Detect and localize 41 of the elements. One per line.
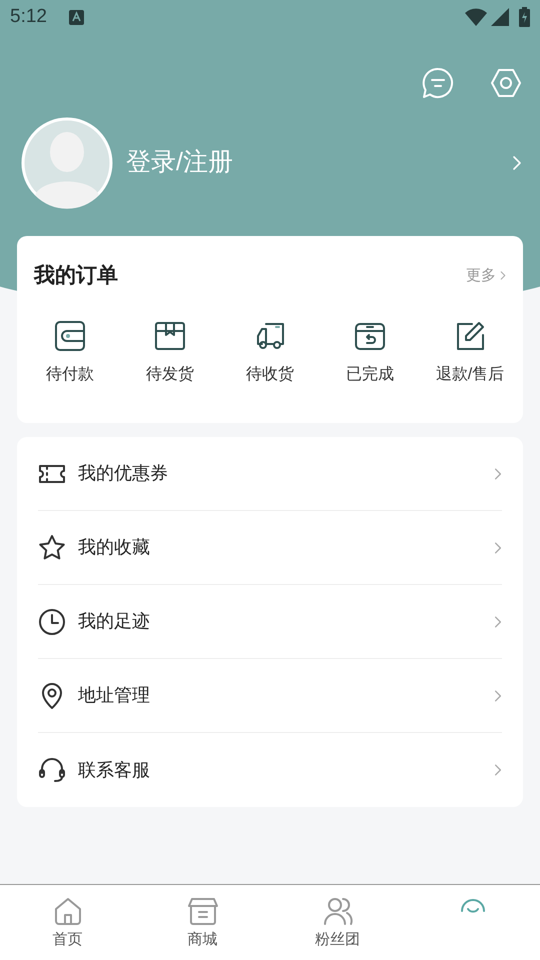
- signal-icon: [491, 8, 509, 26]
- nav-tab[interactable]: 首页: [0, 885, 135, 960]
- chevron-right-icon: [494, 466, 502, 480]
- settings-icon[interactable]: [490, 67, 522, 99]
- status-time: 5:12: [10, 4, 47, 29]
- menu-item[interactable]: 联系客服: [38, 733, 502, 807]
- chevron-right-icon: [494, 614, 502, 628]
- order-status-button[interactable]: 已完成: [320, 320, 420, 386]
- star-icon: [38, 534, 66, 562]
- people-icon: [322, 895, 354, 927]
- order-status-button[interactable]: 待发货: [120, 320, 220, 386]
- order-status-button[interactable]: 待付款: [20, 320, 120, 386]
- menu-item-label: 我的收藏: [78, 536, 150, 559]
- store-icon: [186, 895, 218, 927]
- orders-title: 我的订单: [34, 263, 118, 289]
- menu-item-label: 我的足迹: [78, 610, 150, 633]
- clock-icon: [38, 608, 66, 636]
- chevron-right-icon: [512, 154, 522, 172]
- battery-icon: [519, 7, 530, 27]
- nav-tab[interactable]: 粉丝团: [270, 885, 405, 960]
- menu-item[interactable]: 我的优惠券: [38, 437, 502, 511]
- menu-item[interactable]: 我的足迹: [38, 585, 502, 659]
- menu-item-label: 我的优惠券: [78, 462, 168, 485]
- avatar[interactable]: [21, 117, 113, 209]
- headset-icon: [38, 756, 66, 784]
- menu-item-label: 地址管理: [78, 684, 150, 707]
- edit-icon: [454, 320, 486, 352]
- order-status-button[interactable]: 退款/售后: [420, 320, 520, 386]
- wallet-icon: [54, 320, 86, 352]
- menu-item[interactable]: 我的收藏: [38, 511, 502, 585]
- chevron-right-icon: [494, 763, 502, 777]
- nav-tab[interactable]: 商城: [135, 885, 270, 960]
- chevron-right-icon: [494, 688, 502, 702]
- menu-item-label: 联系客服: [78, 758, 150, 782]
- package-icon: [154, 320, 186, 352]
- order-status-button[interactable]: 待收货: [220, 320, 320, 386]
- wifi-icon: [465, 8, 487, 26]
- chevron-right-icon: [500, 270, 506, 282]
- menu-item[interactable]: 地址管理: [38, 659, 502, 733]
- chevron-right-icon: [494, 540, 502, 554]
- message-icon[interactable]: [422, 67, 454, 99]
